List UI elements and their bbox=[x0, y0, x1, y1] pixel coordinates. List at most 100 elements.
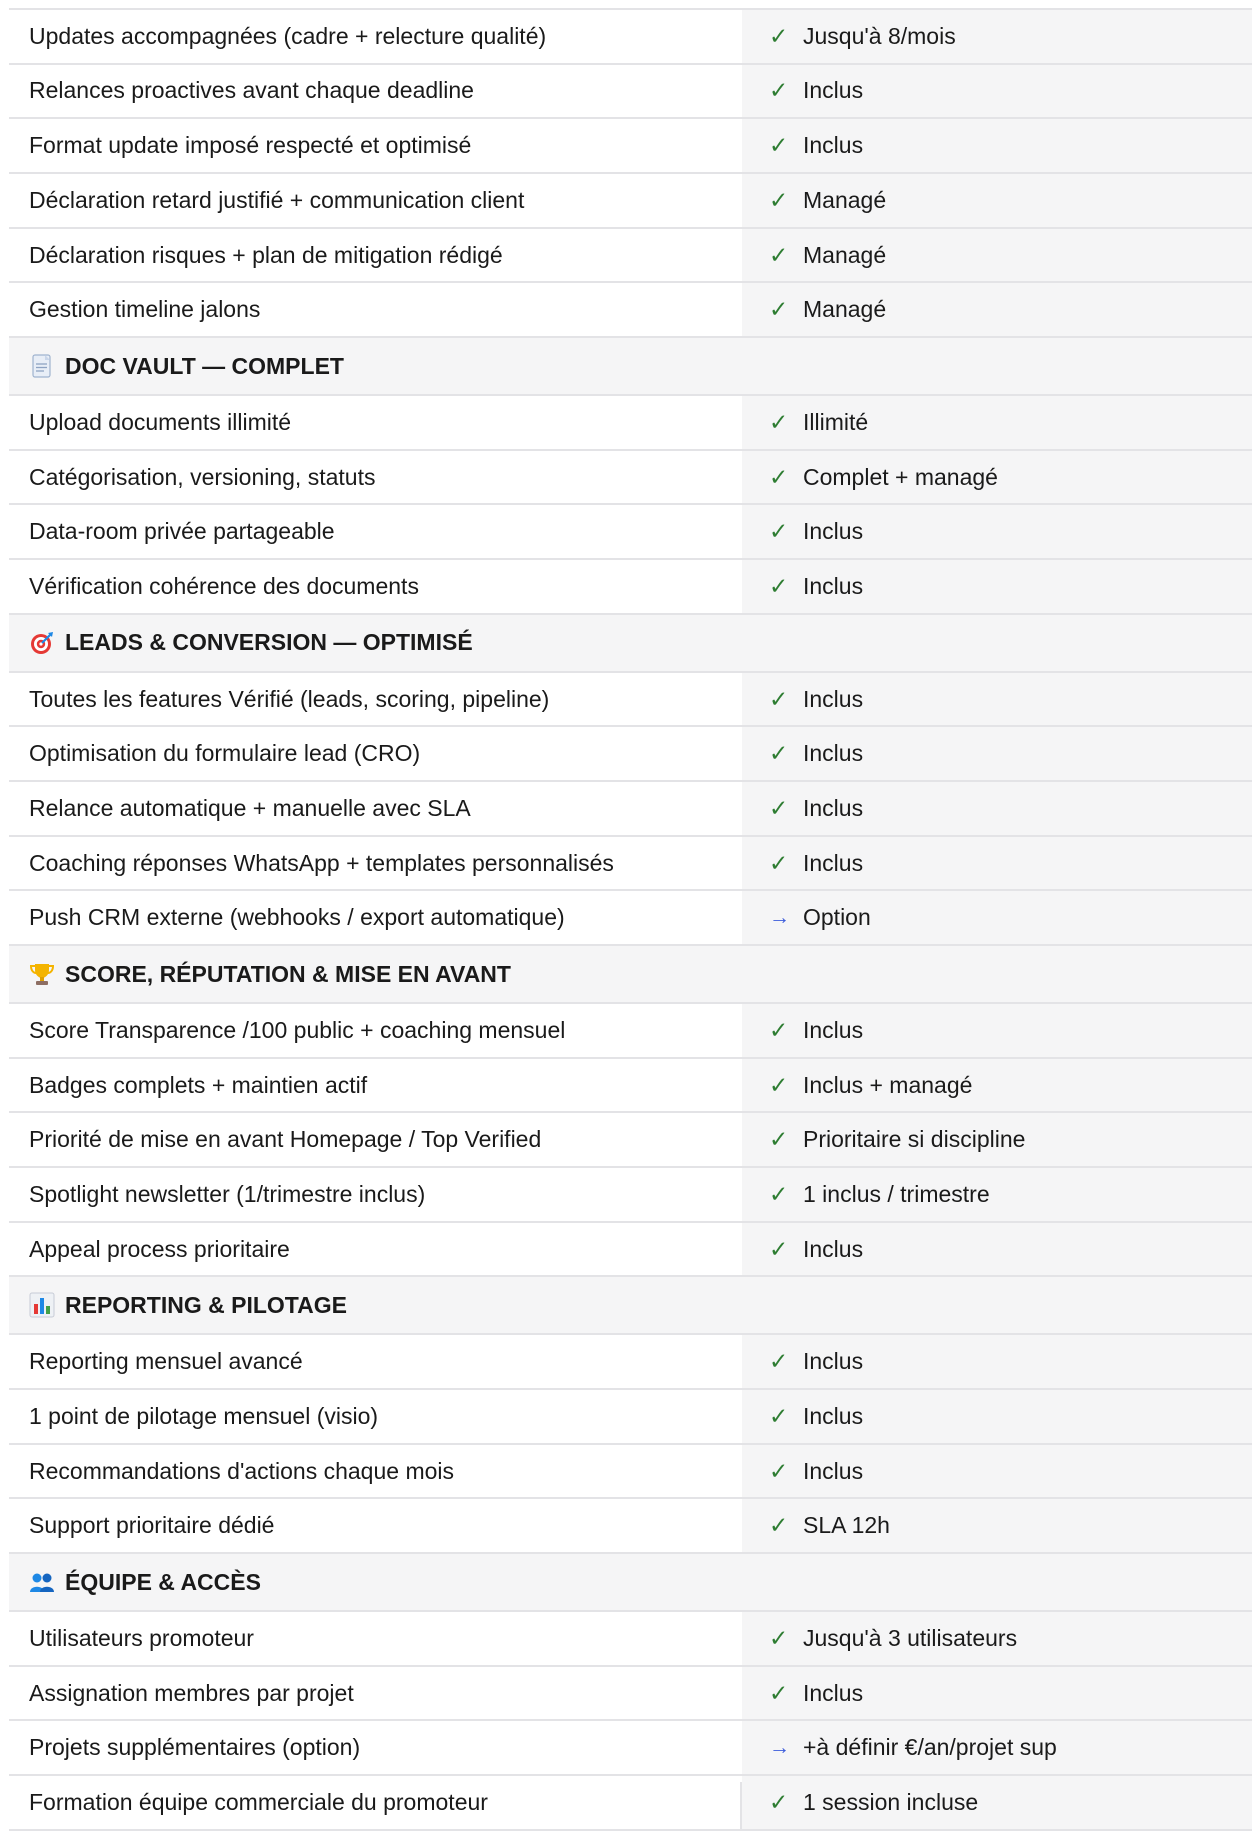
check-icon: ✓ bbox=[769, 1126, 789, 1153]
feature-value-cell: ✓ Inclus bbox=[742, 782, 1252, 835]
feature-value: Complet + managé bbox=[803, 463, 998, 490]
trophy-icon bbox=[29, 961, 55, 987]
feature-value-cell: ✓ Jusqu'à 8/mois bbox=[742, 10, 1252, 63]
feature-value: Inclus bbox=[803, 849, 864, 876]
section-header-equipe-acces: ÉQUIPE & ACCÈS bbox=[9, 1554, 1252, 1611]
feature-value: Inclus bbox=[803, 518, 864, 545]
feature-label: Push CRM externe (webhooks / export auto… bbox=[9, 891, 740, 945]
feature-value-cell: ✓ Inclus bbox=[742, 727, 1252, 781]
check-icon: ✓ bbox=[769, 1235, 789, 1262]
feature-label: Priorité de mise en avant Homepage / Top… bbox=[9, 1113, 740, 1167]
feature-value: Jusqu'à 3 utilisateurs bbox=[803, 1624, 1018, 1651]
target-icon bbox=[29, 630, 55, 656]
check-icon: ✓ bbox=[769, 1180, 789, 1207]
feature-value: Inclus + managé bbox=[803, 1071, 973, 1098]
table-row: Utilisateurs promoteur ✓ Jusqu'à 3 utilisa… bbox=[9, 1612, 1252, 1665]
feature-value: Inclus bbox=[803, 1016, 864, 1043]
feature-value: 1 session incluse bbox=[803, 1788, 979, 1815]
table-row: Badges complets + maintien actif ✓ Inclus … bbox=[9, 1058, 1252, 1112]
feature-label: Spotlight newsletter (1/trimestre inclus… bbox=[9, 1168, 740, 1221]
section-title: REPORTING & PILOTAGE bbox=[65, 1291, 347, 1318]
check-icon: ✓ bbox=[769, 186, 789, 213]
feature-value-cell: ✓ Jusqu'à 3 utilisateurs bbox=[742, 1612, 1252, 1665]
feature-label: Relance automatique + manuelle avec SLA bbox=[9, 782, 740, 835]
table-row: 1 point de pilotage mensuel (visio) ✓ Incl… bbox=[9, 1390, 1252, 1443]
table-row: Reporting mensuel avancé ✓ Inclus bbox=[9, 1335, 1252, 1389]
check-icon: ✓ bbox=[769, 1457, 789, 1484]
section-title: LEADS & CONVERSION — OPTIMISÉ bbox=[65, 629, 473, 656]
check-icon: ✓ bbox=[769, 685, 789, 712]
check-icon: ✓ bbox=[769, 241, 789, 268]
feature-value: Managé bbox=[803, 241, 887, 268]
section-title: DOC VAULT — COMPLET bbox=[65, 352, 344, 379]
feature-label: Gestion timeline jalons bbox=[9, 283, 740, 336]
feature-value-cell: ✓ 1 session incluse bbox=[742, 1776, 1252, 1829]
check-icon: ✓ bbox=[769, 1016, 789, 1043]
feature-value-cell: ✓ Managé bbox=[742, 228, 1252, 282]
feature-label: Relances proactives avant chaque deadlin… bbox=[9, 64, 740, 118]
feature-value-cell: ✓ Inclus bbox=[742, 560, 1252, 613]
table-row: Déclaration risques + plan de mitigation… bbox=[9, 228, 1252, 282]
bar-chart-icon bbox=[29, 1292, 55, 1318]
feature-label: Formation équipe commerciale du promoteu… bbox=[9, 1776, 740, 1829]
feature-value: Inclus bbox=[803, 1457, 864, 1484]
table-row: Recommandations d'actions chaque mois ✓ In… bbox=[9, 1444, 1252, 1498]
table-row: Formation équipe commerciale du promoteu… bbox=[9, 1776, 1252, 1829]
feature-value-cell: ✓ Inclus bbox=[742, 505, 1252, 559]
table-row: Push CRM externe (webhooks / export auto… bbox=[9, 891, 1252, 945]
document-icon bbox=[29, 353, 55, 379]
feature-value: Inclus bbox=[803, 1235, 864, 1262]
feature-value-cell: ✓ Complet + managé bbox=[742, 450, 1252, 504]
feature-label: Data-room privée partageable bbox=[9, 505, 740, 559]
feature-value-cell: ✓ Managé bbox=[742, 283, 1252, 336]
people-icon bbox=[29, 1569, 55, 1595]
features-table: Updates accompagnées (cadre + relecture … bbox=[9, 10, 1252, 1831]
table-row: Toutes les features Vérifié (leads, scor… bbox=[9, 672, 1252, 726]
feature-value: Managé bbox=[803, 186, 887, 213]
feature-label: Badges complets + maintien actif bbox=[9, 1058, 740, 1112]
row-divider bbox=[9, 1828, 1252, 1831]
check-icon: ✓ bbox=[769, 1679, 789, 1706]
feature-label: Vérification cohérence des documents bbox=[9, 560, 740, 613]
feature-label: Format update imposé respecté et optimis… bbox=[9, 119, 740, 172]
feature-value-cell: → Option bbox=[742, 891, 1252, 945]
feature-label: Catégorisation, versioning, statuts bbox=[9, 450, 740, 504]
check-icon: ✓ bbox=[769, 1788, 789, 1815]
feature-value: Inclus bbox=[803, 132, 864, 159]
section-header-leads-conversion-optimise: LEADS & CONVERSION — OPTIMISÉ bbox=[9, 614, 1252, 671]
feature-value: Inclus bbox=[803, 1348, 864, 1375]
check-icon: ✓ bbox=[769, 1624, 789, 1651]
feature-label: Toutes les features Vérifié (leads, scor… bbox=[9, 672, 740, 726]
check-icon: ✓ bbox=[769, 794, 789, 821]
section-header-doc-vault-complet: DOC VAULT — COMPLET bbox=[9, 338, 1252, 395]
feature-value-cell: ✓ Inclus + managé bbox=[742, 1058, 1252, 1112]
feature-value-cell: ✓ Prioritaire si discipline bbox=[742, 1113, 1252, 1167]
arrow-right-icon: → bbox=[769, 1735, 790, 1759]
table-row: Projets supplémentaires (option) → +à défi… bbox=[9, 1721, 1252, 1775]
table-row: Updates accompagnées (cadre + relecture … bbox=[9, 10, 1252, 63]
feature-label: Updates accompagnées (cadre + relecture … bbox=[9, 10, 740, 63]
table-row: Appeal process prioritaire ✓ Inclus bbox=[9, 1222, 1252, 1276]
feature-label: Score Transparence /100 public + coachin… bbox=[9, 1004, 740, 1057]
table-row: Gestion timeline jalons ✓ Managé bbox=[9, 283, 1252, 336]
feature-value: Inclus bbox=[803, 1679, 864, 1706]
table-row: Déclaration retard justifié + communicat… bbox=[9, 174, 1252, 227]
section-title: ÉQUIPE & ACCÈS bbox=[65, 1568, 261, 1595]
feature-value-cell: ✓ Inclus bbox=[742, 1666, 1252, 1720]
table-row: Priorité de mise en avant Homepage / Top… bbox=[9, 1113, 1252, 1167]
feature-value-cell: → +à définir €/an/projet sup bbox=[742, 1721, 1252, 1775]
feature-label: Support prioritaire dédié bbox=[9, 1499, 740, 1553]
feature-value: Inclus bbox=[803, 685, 864, 712]
feature-value-cell: ✓ Managé bbox=[742, 174, 1252, 227]
feature-value-cell: ✓ Illimité bbox=[742, 396, 1252, 449]
feature-label: Utilisateurs promoteur bbox=[9, 1612, 740, 1665]
feature-value-cell: ✓ Inclus bbox=[742, 1222, 1252, 1276]
table-row: Data-room privée partageable ✓ Inclus bbox=[9, 505, 1252, 559]
table-row: Format update imposé respecté et optimis… bbox=[9, 119, 1252, 172]
feature-value-cell: ✓ Inclus bbox=[742, 64, 1252, 118]
table-row: Coaching réponses WhatsApp + templates p… bbox=[9, 836, 1252, 890]
feature-value-cell: ✓ Inclus bbox=[742, 672, 1252, 726]
feature-value: Illimité bbox=[803, 408, 869, 435]
section-header-reporting-pilotage: REPORTING & PILOTAGE bbox=[9, 1277, 1252, 1334]
check-icon: ✓ bbox=[769, 77, 789, 104]
